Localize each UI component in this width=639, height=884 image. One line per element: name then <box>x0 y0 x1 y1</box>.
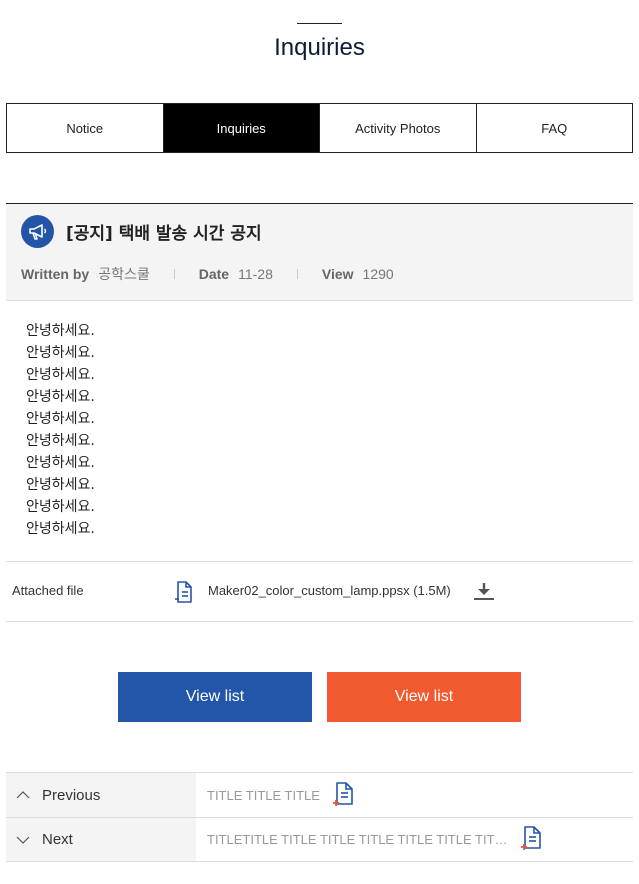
next-post-row: Next TITLETITLE TITLE TITLE TITLE TITLE … <box>6 817 633 862</box>
next-post-title: TITLETITLE TITLE TITLE TITLE TITLE TITLE… <box>207 832 508 847</box>
file-icon <box>174 581 194 608</box>
view-list-button-secondary[interactable]: View list <box>327 672 521 722</box>
previous-post-title: TITLE TITLE TITLE <box>207 787 320 803</box>
content-line: 안녕하세요. <box>26 499 95 515</box>
view-list-button[interactable]: View list <box>118 672 312 722</box>
content-line: 안녕하세요. <box>26 455 95 471</box>
author: 공학스쿨 <box>98 266 150 282</box>
content-line: 안녕하세요. <box>26 345 95 361</box>
meta-divider <box>173 269 175 279</box>
content-line: 안녕하세요. <box>26 323 95 339</box>
new-document-icon <box>332 781 354 810</box>
content-line: 안녕하세요. <box>26 477 95 493</box>
download-icon[interactable] <box>473 580 495 607</box>
attachment-row: Attached file Maker02_color_custom_lamp.… <box>6 561 633 622</box>
attachment-file-link[interactable]: Maker02_color_custom_lamp.ppsx (1.5M) <box>208 583 451 598</box>
written-by-label: Written by <box>21 266 90 282</box>
tab-notice[interactable]: Notice <box>7 104 164 152</box>
post-header: [공지] 택배 발송 시간 공지 Written by 공학스쿨 Date 11… <box>6 203 633 301</box>
chevron-up-icon <box>16 791 30 799</box>
next-post-title-link[interactable]: TITLETITLE TITLE TITLE TITLE TITLE TITLE… <box>196 818 633 861</box>
content-line: 안녕하세요. <box>26 521 95 537</box>
post-title: [공지] 택배 발송 시간 공지 <box>66 224 262 244</box>
next-label: Next <box>42 831 73 848</box>
tab-activity-photos[interactable]: Activity Photos <box>320 104 477 152</box>
chevron-down-icon <box>16 836 30 844</box>
previous-post-title-link[interactable]: TITLE TITLE TITLE <box>196 773 633 817</box>
previous-label: Previous <box>42 786 101 804</box>
content-line: 안녕하세요. <box>26 367 95 383</box>
previous-post-row: Previous TITLE TITLE TITLE <box>6 772 633 817</box>
board-tabs: Notice Inquiries Activity Photos FAQ <box>6 103 633 153</box>
previous-post-link[interactable]: Previous <box>6 773 196 817</box>
content-line: 안녕하세요. <box>26 433 95 449</box>
attached-file-label: Attached file <box>12 583 84 598</box>
view-count: 1290 <box>362 266 394 282</box>
megaphone-icon <box>21 215 54 248</box>
content-line: 안녕하세요. <box>26 389 95 405</box>
post-content: 안녕하세요. 안녕하세요. 안녕하세요. 안녕하세요. 안녕하세요. 안녕하세요… <box>26 320 95 540</box>
title-decoration-line <box>297 23 342 24</box>
date-label: Date <box>198 266 230 282</box>
page-title: Inquiries <box>274 34 365 61</box>
content-line: 안녕하세요. <box>26 411 95 427</box>
meta-divider <box>296 269 298 279</box>
post-date: 11-28 <box>238 266 273 282</box>
tab-faq[interactable]: FAQ <box>477 104 633 152</box>
view-label: View <box>321 266 354 282</box>
tab-inquiries[interactable]: Inquiries <box>163 104 320 152</box>
new-document-icon <box>520 825 542 854</box>
next-post-link[interactable]: Next <box>6 818 196 861</box>
post-meta: Written by 공학스쿨 Date 11-28 View 1290 <box>21 264 394 284</box>
